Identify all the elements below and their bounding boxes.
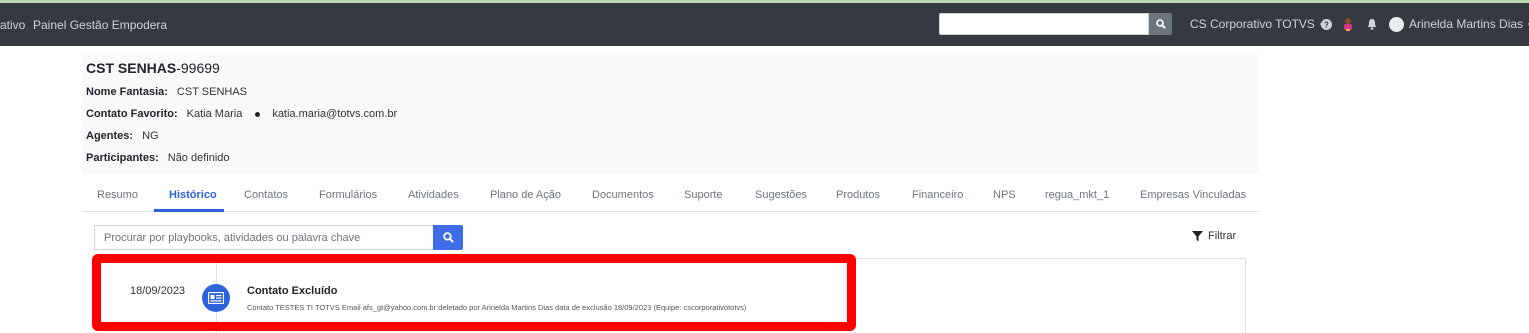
tab-resumo[interactable]: Resumo [97, 189, 138, 201]
global-search-input[interactable] [939, 13, 1149, 35]
tab-regua-mkt-1[interactable]: regua_mkt_1 [1045, 189, 1109, 201]
search-icon [1155, 19, 1166, 29]
fantasy-name-row: Nome Fantasia: CST SENHAS [86, 86, 247, 98]
user-avatar[interactable] [1389, 17, 1404, 32]
fantasy-name-value: CST SENHAS [176, 86, 248, 98]
separator-dot [255, 111, 261, 117]
favorite-contact-name[interactable]: Katia Maria [187, 108, 243, 120]
global-search-button[interactable] [1149, 13, 1172, 35]
filter-label: Filtrar [1208, 230, 1237, 242]
customer-id: -99699 [176, 60, 220, 76]
company-dropdown-label: CS Corporativo TOTVS [1190, 17, 1315, 31]
customer-header-panel: CST SENHAS-99699 Nome Fantasia: CST SENHA… [82, 55, 1259, 174]
active-tab-indicator [154, 209, 224, 212]
tab-atividades[interactable]: Atividades [408, 189, 459, 201]
nav-brand-partial[interactable]: ativo [0, 18, 25, 32]
favorite-contact-email[interactable]: katia.maria@totvs.com.br [272, 108, 397, 120]
tab-historico[interactable]: Histórico [169, 189, 217, 201]
tab-plano-de-acao[interactable]: Plano de Ação [490, 189, 561, 201]
agents-row: Agentes: NG [86, 130, 159, 142]
nav-panel-link[interactable]: Painel Gestão Empodera [33, 18, 167, 32]
company-dropdown[interactable]: CS Corporativo TOTVS ▼ [1190, 17, 1326, 31]
tab-sugestoes[interactable]: Sugestões [755, 189, 807, 201]
favorite-contact-label: Contato Favorito: [86, 108, 178, 120]
participants-row: Participantes: Não definido [86, 152, 230, 164]
annotation-highlight-box [92, 254, 856, 331]
history-search-input[interactable]: Procurar por playbooks, atividades ou pa… [94, 225, 433, 250]
agents-value: NG [142, 130, 159, 142]
fantasy-name-label: Nome Fantasia: [86, 86, 168, 98]
user-name-label: Arinelda Martins Dias [1409, 17, 1524, 31]
tab-financeiro[interactable]: Financeiro [912, 189, 963, 201]
tab-contatos[interactable]: Contatos [244, 189, 288, 201]
customer-name: CST SENHAS [86, 60, 177, 76]
tab-suporte[interactable]: Suporte [684, 189, 723, 201]
help-icon[interactable]: ? [1319, 17, 1333, 31]
search-icon [442, 232, 454, 243]
filter-button[interactable]: Filtrar [1192, 230, 1236, 242]
favorite-contact-row: Contato Favorito: Katia Maria katia.maria@… [86, 108, 397, 120]
filter-icon [1192, 230, 1203, 241]
bell-icon[interactable] [1365, 17, 1379, 31]
tab-produtos[interactable]: Produtos [836, 189, 880, 201]
participants-value: Não definido [167, 152, 230, 164]
agents-label: Agentes: [86, 130, 134, 142]
user-menu[interactable]: Arinelda Martins Dias ▼ [1409, 17, 1529, 31]
history-search-button[interactable] [433, 225, 463, 250]
assistant-avatar-icon[interactable] [1341, 17, 1355, 31]
top-navbar: ativo Painel Gestão Empodera CS Corporat… [0, 3, 1529, 46]
customer-title: CST SENHAS-99699 [86, 60, 220, 76]
participants-label: Participantes: [86, 152, 159, 164]
tab-empresas-vinculadas[interactable]: Empresas Vinculadas [1140, 189, 1246, 201]
tab-nps[interactable]: NPS [993, 189, 1016, 201]
customer-tabs: Resumo Histórico Contatos Formulários At… [82, 181, 1259, 212]
svg-text:?: ? [1324, 20, 1329, 29]
tab-formularios[interactable]: Formulários [319, 189, 377, 201]
tab-documentos[interactable]: Documentos [592, 189, 654, 201]
